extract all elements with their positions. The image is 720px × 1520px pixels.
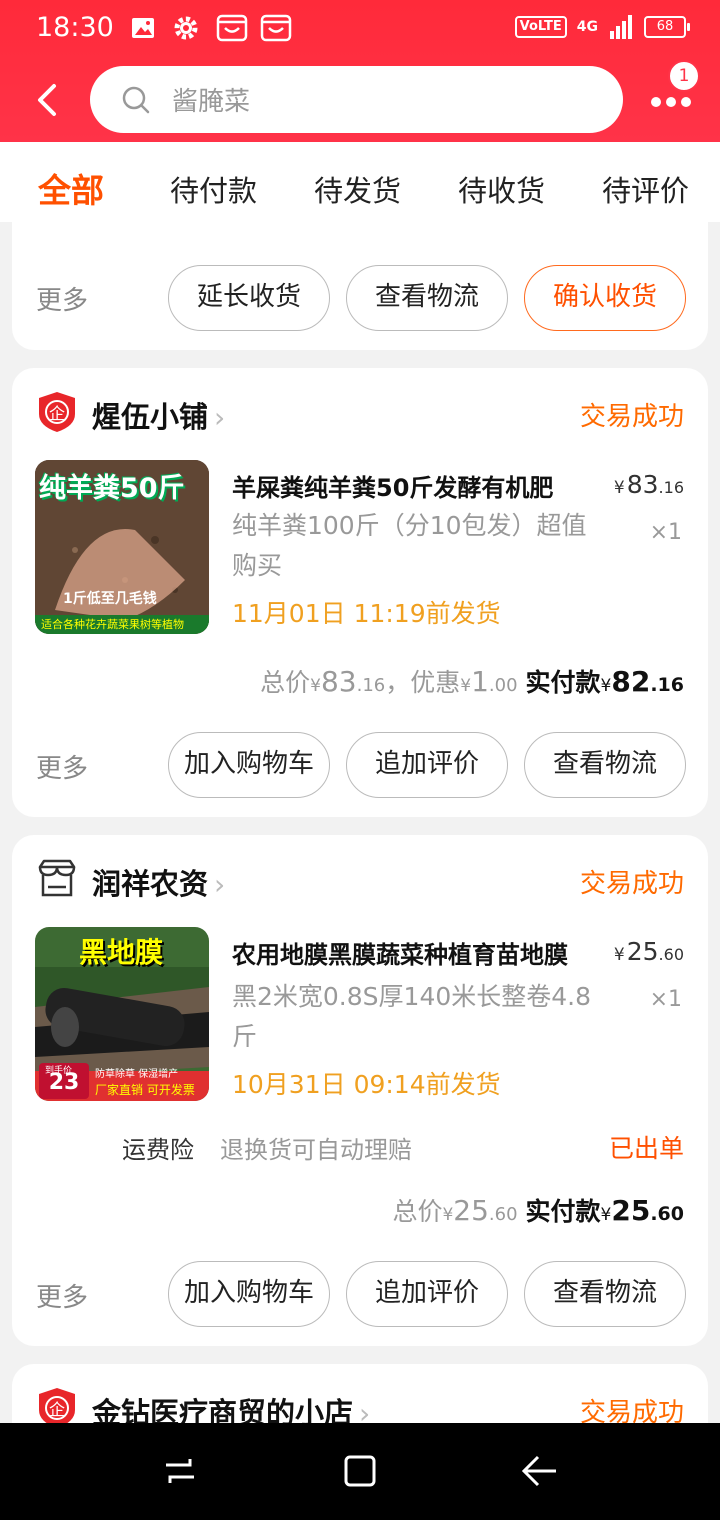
shipping-insurance-label: 运费险 bbox=[122, 1136, 194, 1164]
store-icon bbox=[38, 859, 76, 897]
insurance-status: 已出单 bbox=[608, 1134, 684, 1163]
tab-pending-review[interactable]: 待评价 bbox=[602, 168, 689, 210]
back-arrow-icon[interactable] bbox=[30, 82, 66, 118]
price-tag-label: 到手价 bbox=[45, 1066, 73, 1076]
search-input[interactable]: 酱腌菜 bbox=[172, 81, 250, 118]
chevron-right-icon: › bbox=[214, 401, 226, 434]
order-status: 交易成功 bbox=[579, 402, 684, 432]
image-headline: 纯羊粪50斤 bbox=[39, 473, 185, 504]
ship-deadline: 10月31日 09:14前发货 bbox=[232, 1070, 501, 1099]
tab-pending-receipt[interactable]: 待收货 bbox=[458, 168, 545, 210]
tab-all[interactable]: 全部 bbox=[38, 164, 104, 212]
confirm-receipt-button[interactable]: 确认收货 bbox=[524, 265, 686, 331]
product-quantity: ×1 bbox=[649, 520, 682, 545]
svg-text:企: 企 bbox=[49, 404, 65, 423]
notification-badge: 1 bbox=[668, 60, 700, 92]
nav-back-icon[interactable] bbox=[520, 1451, 560, 1491]
product-spec: 纯羊粪100斤（分10包发）超值购买 bbox=[232, 511, 587, 580]
order-tabs: 全部 待付款 待发货 待收货 待评价 bbox=[0, 142, 720, 222]
svg-text:企: 企 bbox=[49, 1400, 65, 1419]
product-price: ¥83.16 bbox=[613, 470, 684, 499]
product-thumbnail[interactable]: 纯羊粪50斤 1斤低至几毛钱 适合各种花卉蔬菜果树等植物 bbox=[35, 460, 209, 634]
ship-deadline: 11月01日 11:19前发货 bbox=[232, 599, 501, 628]
shop-name: 煋伍小铺 bbox=[92, 400, 209, 434]
status-time: 18:30 bbox=[36, 12, 114, 43]
add-to-cart-button[interactable]: 加入购物车 bbox=[168, 1261, 330, 1327]
chevron-right-icon: › bbox=[214, 868, 226, 901]
view-logistics-button[interactable]: 查看物流 bbox=[524, 1261, 686, 1327]
status-right: VoLTE 4G 68 bbox=[514, 15, 690, 39]
home-icon[interactable] bbox=[340, 1451, 380, 1491]
product-title[interactable]: 羊屎粪纯羊粪50斤发酵有机肥 bbox=[232, 468, 592, 503]
order-totals: 总价¥83.16，优惠¥1.00 实付款¥82.16 bbox=[260, 665, 684, 698]
more-link[interactable]: 更多 bbox=[36, 1277, 88, 1314]
shopping-app-icon bbox=[216, 14, 248, 42]
shop-name-link[interactable]: 煋伍小铺 › bbox=[92, 394, 225, 436]
enterprise-shop-icon: 企 bbox=[39, 392, 75, 432]
product-price: ¥25.60 bbox=[613, 937, 684, 966]
status-bar: 18:30 VoLTE 4G 68 bbox=[0, 0, 720, 60]
network-type: 4G bbox=[576, 19, 598, 35]
extend-receipt-button[interactable]: 延长收货 bbox=[168, 265, 330, 331]
order-card-partial: 更多 延长收货 查看物流 确认收货 bbox=[12, 222, 708, 350]
image-bottom-text: 厂家直销 可开发票 bbox=[95, 1083, 195, 1097]
settings-gear-icon bbox=[174, 16, 198, 40]
shop-name-link[interactable]: 润祥农资 › bbox=[92, 861, 225, 903]
system-nav-bar bbox=[0, 1423, 720, 1520]
view-logistics-button[interactable]: 查看物流 bbox=[346, 265, 508, 331]
gallery-icon bbox=[132, 18, 154, 38]
shop-name: 润祥农资 bbox=[92, 867, 209, 901]
search-icon bbox=[122, 86, 150, 114]
order-status: 交易成功 bbox=[579, 869, 684, 899]
more-link[interactable]: 更多 bbox=[36, 280, 88, 317]
app-header: 18:30 VoLTE 4G 68 酱腌菜 1 bbox=[0, 0, 720, 142]
add-review-button[interactable]: 追加评价 bbox=[346, 1261, 508, 1327]
battery-indicator: 68 bbox=[644, 16, 690, 38]
image-subtext: 防草除草 保湿增产 bbox=[95, 1069, 179, 1080]
product-title[interactable]: 农用地膜黑膜蔬菜种植育苗地膜 bbox=[232, 935, 592, 970]
view-logistics-button[interactable]: 查看物流 bbox=[524, 732, 686, 798]
image-subtext: 1斤低至几毛钱 bbox=[63, 591, 157, 607]
shipping-insurance-desc: 退换货可自动理赔 bbox=[220, 1136, 412, 1164]
signal-icon bbox=[610, 15, 632, 39]
image-headline: 黑地膜 bbox=[79, 936, 164, 969]
tab-pending-shipment[interactable]: 待发货 bbox=[314, 168, 401, 210]
add-to-cart-button[interactable]: 加入购物车 bbox=[168, 732, 330, 798]
order-card: 企 煋伍小铺 › 交易成功 纯羊粪50斤 1斤低至几毛钱 适合各种花卉蔬菜果树等植… bbox=[12, 368, 708, 817]
image-bottom-text: 适合各种花卉蔬菜果树等植物 bbox=[41, 618, 184, 631]
product-thumbnail[interactable]: 黑地膜 23 到手价 防草除草 保湿增产 厂家直销 可开发票 bbox=[35, 927, 209, 1101]
shopping-app-icon-2 bbox=[260, 14, 292, 42]
tab-pending-payment[interactable]: 待付款 bbox=[170, 168, 257, 210]
search-bar[interactable]: 酱腌菜 bbox=[90, 66, 623, 133]
more-link[interactable]: 更多 bbox=[36, 748, 88, 785]
add-review-button[interactable]: 追加评价 bbox=[346, 732, 508, 798]
order-totals: 总价¥25.60 实付款¥25.60 bbox=[392, 1194, 684, 1227]
product-spec: 黑2米宽0.8S厚140米长整卷4.8斤 bbox=[232, 982, 592, 1051]
order-card: 润祥农资 › 交易成功 黑地膜 23 到手价 防草除草 保湿增产 厂家直销 可开发… bbox=[12, 835, 708, 1346]
volte-indicator: VoLTE bbox=[514, 16, 567, 38]
product-quantity: ×1 bbox=[649, 987, 682, 1012]
recent-apps-icon[interactable] bbox=[160, 1451, 200, 1491]
